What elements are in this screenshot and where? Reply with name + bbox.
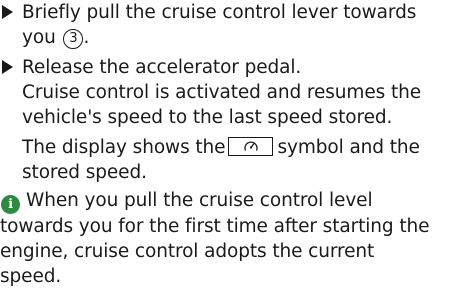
cruise-control-symbol bbox=[228, 137, 274, 156]
result-text-line: Cruise control is activated and resumes … bbox=[22, 82, 422, 103]
note-text-line: i When you pull the cruise control level bbox=[0, 188, 461, 214]
display-text: symbol and the bbox=[277, 137, 420, 158]
step-text-end: . bbox=[83, 27, 90, 48]
note-text-line: towards you for the first time after sta… bbox=[0, 216, 430, 237]
result-text-line: vehicle's speed to the last speed stored… bbox=[22, 107, 393, 128]
cruise-control-icon bbox=[244, 141, 259, 151]
display-text-line: stored speed. bbox=[22, 162, 147, 183]
step-text-line: Briefly pull the cruise control lever to… bbox=[22, 2, 417, 23]
note-text-line: engine, cruise control adopts the curren… bbox=[0, 241, 375, 262]
step-text-line: Release the accelerator pedal. bbox=[22, 57, 302, 78]
step-pull-lever: Briefly pull the cruise control lever to… bbox=[0, 0, 461, 50]
note-text-line: speed. bbox=[0, 266, 62, 287]
step-text: you bbox=[22, 27, 56, 48]
manual-page: Briefly pull the cruise control lever to… bbox=[0, 0, 461, 289]
display-text-line: The display shows the symbol and the bbox=[22, 135, 461, 160]
info-icon: i bbox=[1, 195, 20, 214]
step-text-line: you 3. bbox=[22, 25, 461, 50]
step-bullet-icon bbox=[2, 60, 13, 74]
info-note: i When you pull the cruise control level … bbox=[0, 188, 461, 289]
step-release-pedal: Release the accelerator pedal. Cruise co… bbox=[0, 55, 461, 185]
callout-number: 3 bbox=[63, 29, 84, 49]
display-text: The display shows the bbox=[22, 137, 226, 158]
step-bullet-icon bbox=[2, 5, 13, 19]
note-text: When you pull the cruise control level bbox=[26, 190, 373, 211]
